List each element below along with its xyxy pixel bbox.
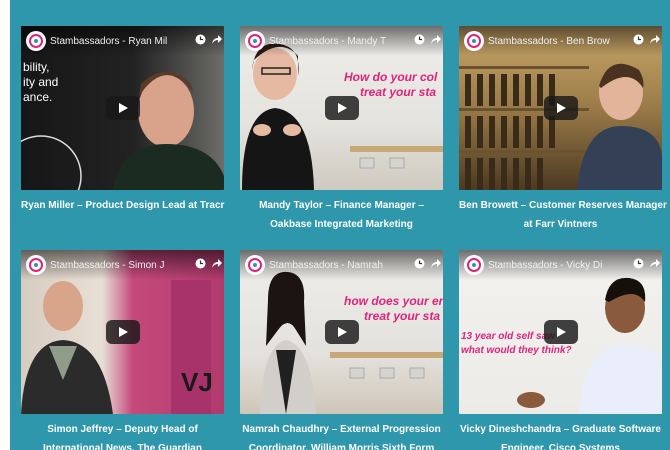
video-card-vicky-dineshchandra[interactable]: 13 year old self saw what would they thi… — [459, 250, 662, 450]
clock-icon[interactable] — [411, 258, 427, 272]
play-icon — [118, 103, 128, 113]
overlay-text-line: VJ — [181, 367, 213, 397]
video-channel-title[interactable]: Stambassadors - Ryan Mil — [50, 36, 192, 47]
video-caption[interactable]: Simon Jeffrey – Deputy Head of Internati… — [21, 420, 224, 450]
video-thumbnail[interactable]: 13 year old self saw what would they thi… — [459, 250, 662, 414]
video-card-mandy-taylor[interactable]: How do your col treat your sta Stambassa… — [240, 26, 443, 234]
video-card-ben-browett[interactable]: Stambassadors - Ben Brow Ben Browett – C… — [459, 26, 667, 234]
play-button[interactable] — [324, 320, 359, 344]
video-thumbnail[interactable]: Stambassadors - Ben Brow — [459, 26, 662, 190]
video-grid: bility, ity and ance. Stambassadors - Ry… — [10, 0, 670, 450]
play-button[interactable] — [105, 96, 140, 120]
clock-icon[interactable] — [192, 34, 208, 48]
overlay-text-line: ity and — [23, 75, 59, 89]
play-button[interactable] — [105, 320, 140, 344]
video-thumbnail[interactable]: bility, ity and ance. Stambassadors - Ry… — [21, 26, 224, 190]
share-icon[interactable] — [208, 34, 224, 48]
video-title-bar: Stambassadors - Namrah — [240, 250, 443, 280]
share-icon[interactable] — [208, 258, 224, 272]
stambassadors-logo-icon — [464, 31, 484, 51]
video-channel-title[interactable]: Stambassadors - Vicky Di — [488, 260, 630, 271]
video-title-bar: Stambassadors - Ryan Mil — [21, 26, 224, 56]
video-caption[interactable]: Ryan Miller – Product Design Lead at Tra… — [21, 196, 224, 215]
stambassadors-logo-icon — [26, 255, 46, 275]
overlay-text-line: treat your sta — [364, 309, 441, 323]
overlay-text-line: what would they think? — [461, 345, 572, 356]
video-thumbnail[interactable]: How do your col treat your sta Stambassa… — [240, 26, 443, 190]
play-icon — [118, 327, 128, 337]
stambassadors-logo-icon — [464, 255, 484, 275]
play-icon — [337, 103, 347, 113]
overlay-text-line: How do your col — [344, 70, 438, 84]
video-caption[interactable]: Ben Browett – Customer Reserves Manager … — [459, 196, 667, 234]
clock-icon[interactable] — [411, 34, 427, 48]
clock-icon[interactable] — [192, 258, 208, 272]
video-card-simon-jeffrey[interactable]: VJ Stambassadors - Simon J Simon Jeffrey… — [21, 250, 224, 450]
stambassadors-logo-icon — [245, 31, 265, 51]
overlay-text-line: how does your en — [344, 294, 443, 308]
overlay-text-line: bility, — [23, 60, 50, 74]
video-caption[interactable]: Namrah Chaudhry – External Progression C… — [240, 420, 443, 450]
video-title-bar: Stambassadors - Ben Brow — [459, 26, 662, 56]
overlay-text-line: ance. — [23, 90, 53, 104]
share-icon[interactable] — [427, 34, 443, 48]
play-icon — [556, 103, 566, 113]
stambassadors-logo-icon — [26, 31, 46, 51]
stambassadors-logo-icon — [245, 255, 265, 275]
play-button[interactable] — [324, 96, 359, 120]
video-thumbnail[interactable]: how does your en treat your sta Stambass… — [240, 250, 443, 414]
share-icon[interactable] — [646, 258, 662, 272]
video-channel-title[interactable]: Stambassadors - Namrah — [269, 260, 411, 271]
video-caption[interactable]: Vicky Dineshchandra – Graduate Software … — [459, 420, 662, 450]
video-title-bar: Stambassadors - Simon J — [21, 250, 224, 280]
play-icon — [556, 327, 566, 337]
video-thumbnail[interactable]: VJ Stambassadors - Simon J — [21, 250, 224, 414]
video-caption[interactable]: Mandy Taylor – Finance Manager – Oakbase… — [240, 196, 443, 234]
video-title-bar: Stambassadors - Vicky Di — [459, 250, 662, 280]
video-channel-title[interactable]: Stambassadors - Mandy T — [269, 36, 411, 47]
play-icon — [337, 327, 347, 337]
share-icon[interactable] — [427, 258, 443, 272]
clock-icon[interactable] — [630, 34, 646, 48]
video-channel-title[interactable]: Stambassadors - Simon J — [50, 260, 192, 271]
play-button[interactable] — [543, 320, 578, 344]
play-button[interactable] — [543, 96, 578, 120]
video-title-bar: Stambassadors - Mandy T — [240, 26, 443, 56]
video-channel-title[interactable]: Stambassadors - Ben Brow — [488, 36, 630, 47]
share-icon[interactable] — [646, 34, 662, 48]
video-card-ryan-miller[interactable]: bility, ity and ance. Stambassadors - Ry… — [21, 26, 224, 215]
clock-icon[interactable] — [630, 258, 646, 272]
video-card-namrah-chaudhry[interactable]: how does your en treat your sta Stambass… — [240, 250, 443, 450]
